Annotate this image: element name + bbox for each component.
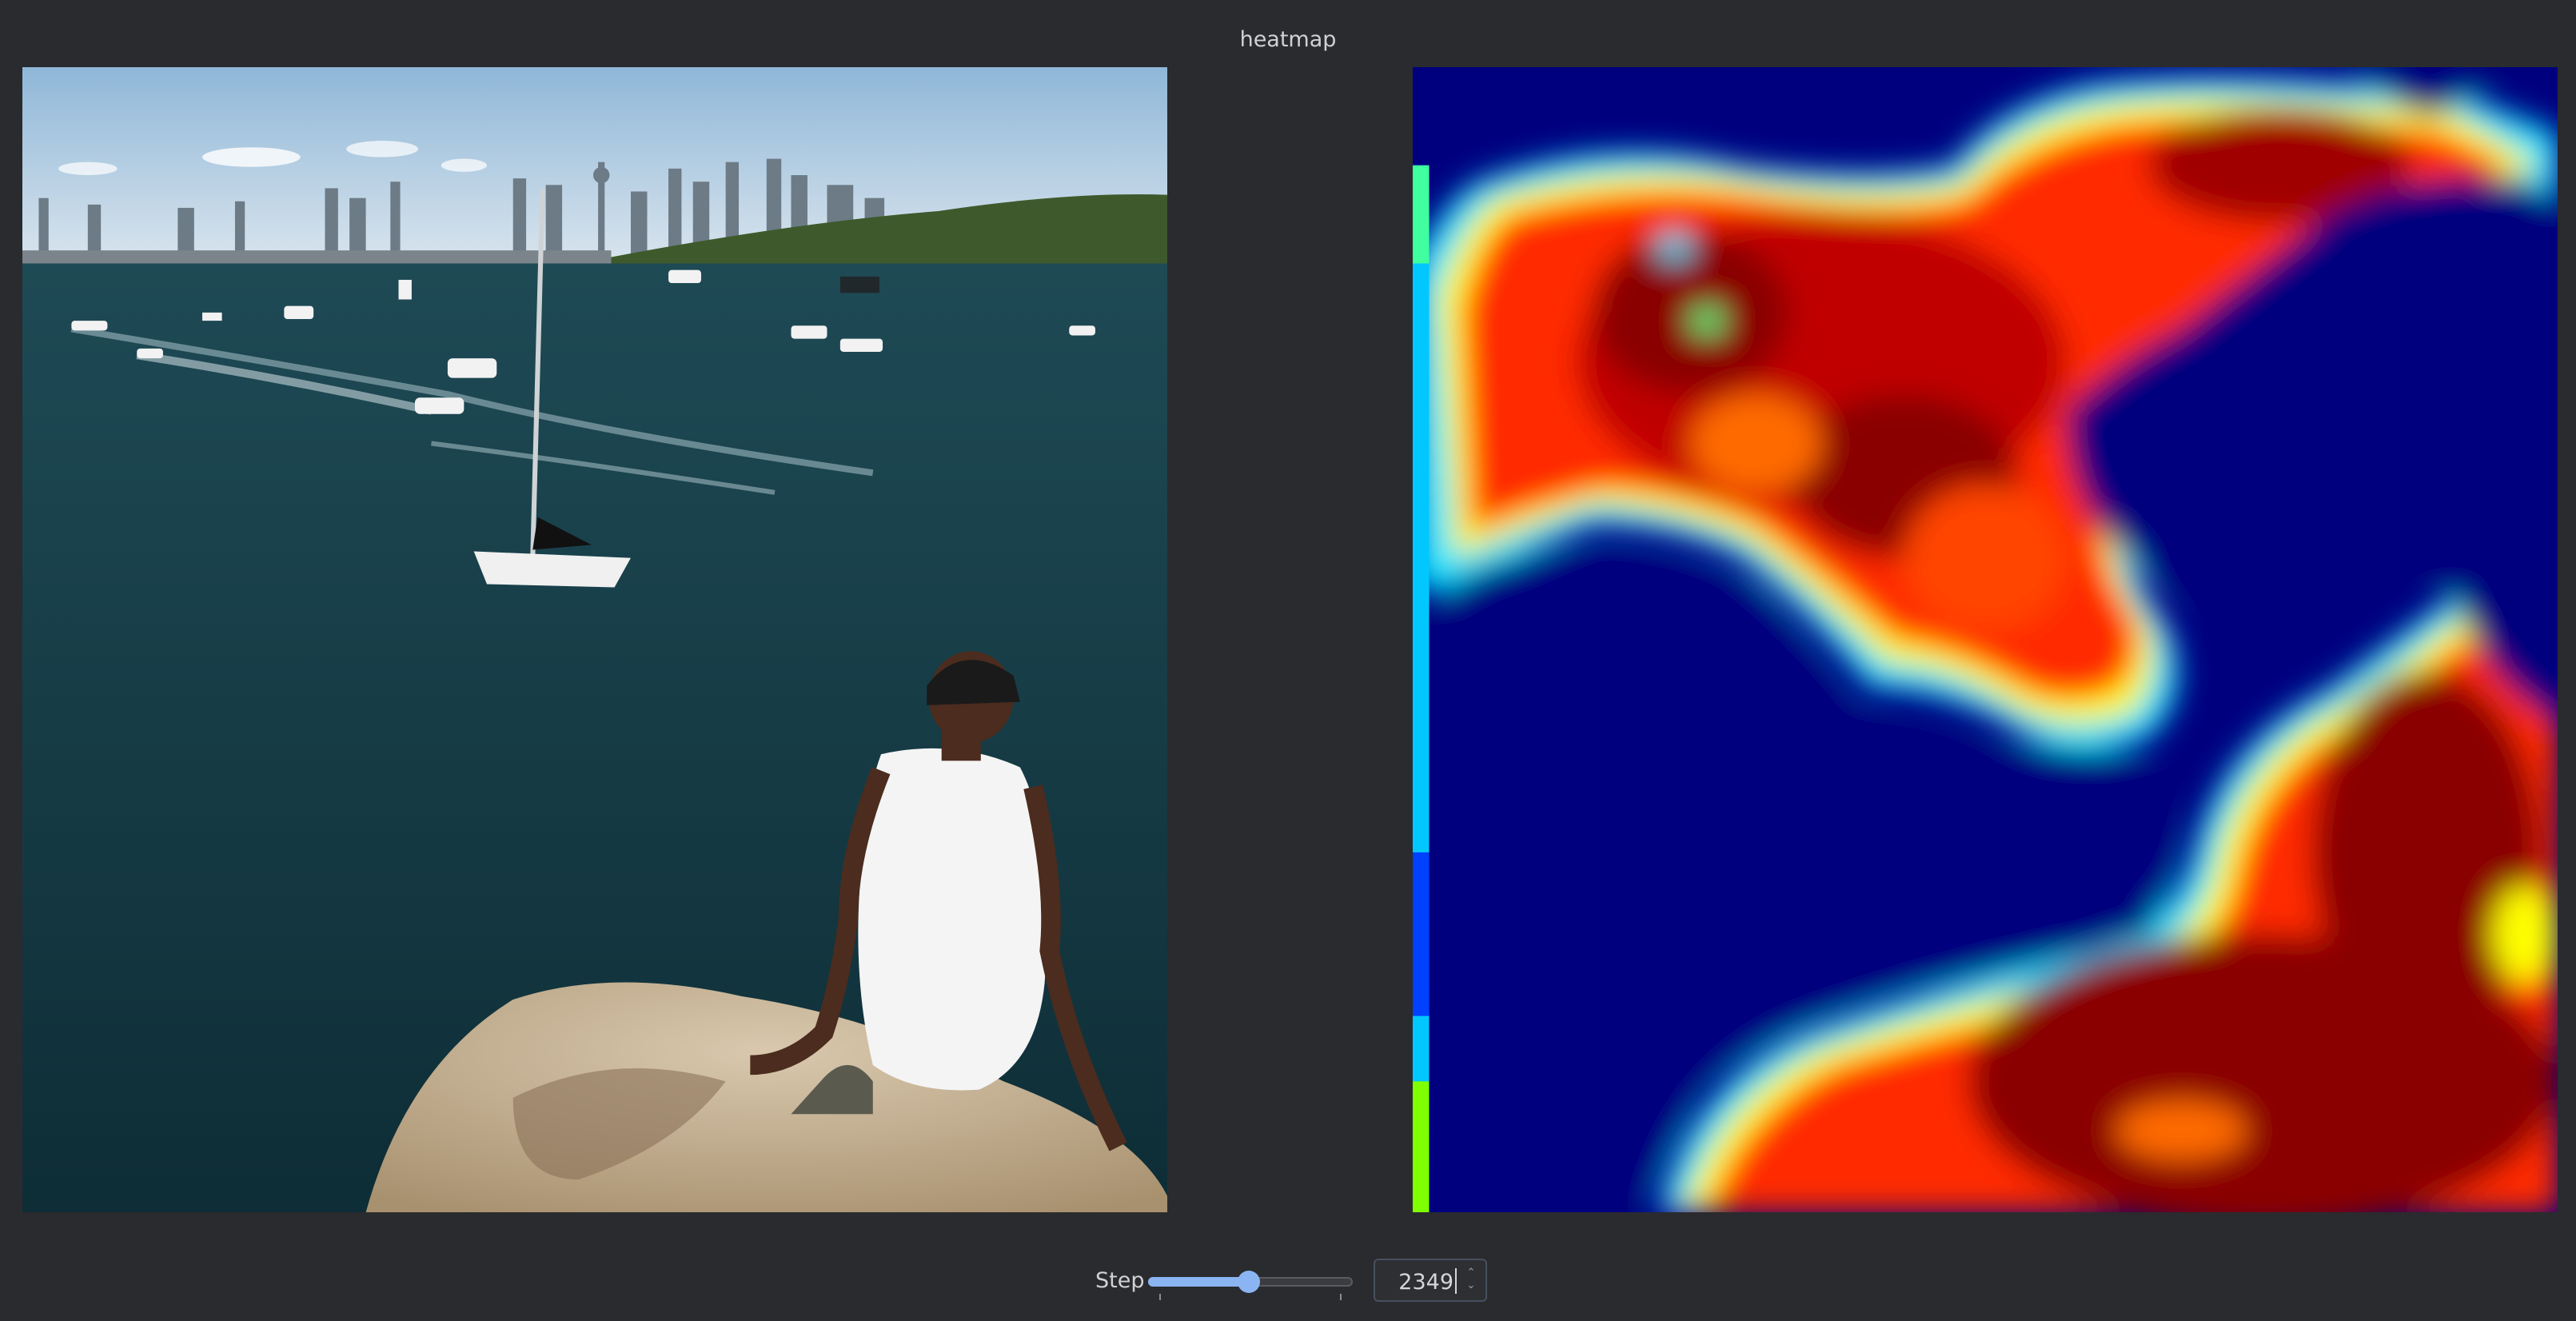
slider-tick — [1340, 1294, 1342, 1300]
input-photo — [22, 67, 1167, 1212]
step-label: Step — [1095, 1268, 1145, 1293]
heatmap-image — [1413, 67, 2558, 1212]
step-controls: Step 2349 ⌃ ⌄ — [0, 1257, 2576, 1305]
step-spinbox[interactable]: 2349 ⌃ ⌄ — [1374, 1259, 1487, 1302]
step-value[interactable]: 2349 — [1398, 1270, 1453, 1295]
spin-up-icon[interactable]: ⌃ — [1463, 1267, 1479, 1279]
slider-thumb[interactable] — [1237, 1271, 1260, 1293]
text-caret — [1455, 1268, 1457, 1294]
window-title: heatmap — [1239, 27, 1337, 52]
slider-tick — [1159, 1294, 1161, 1300]
step-slider[interactable] — [1148, 1263, 1353, 1300]
spin-down-icon[interactable]: ⌄ — [1463, 1279, 1479, 1292]
slider-fill — [1148, 1277, 1249, 1287]
spin-up-down-icon[interactable]: ⌃ ⌄ — [1463, 1267, 1479, 1295]
